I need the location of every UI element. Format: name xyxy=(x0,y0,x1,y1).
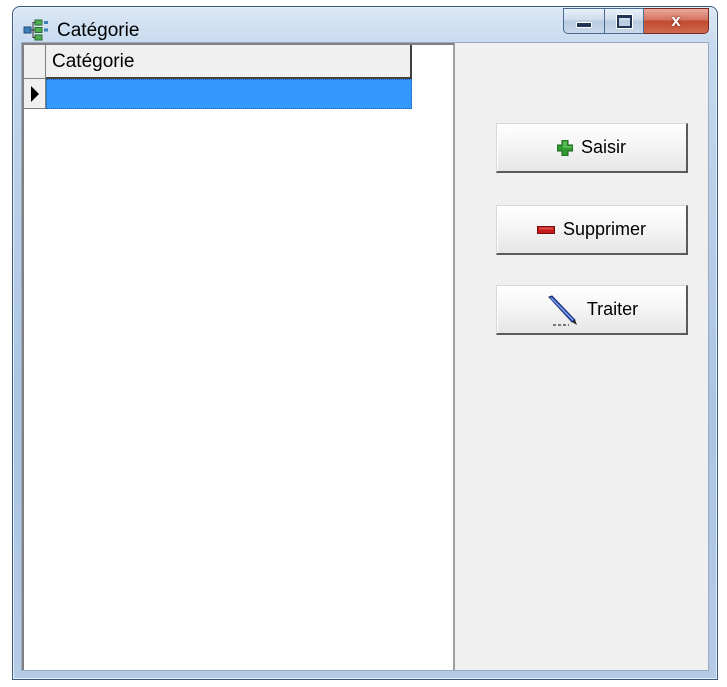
minimize-icon xyxy=(576,22,592,28)
saisir-button[interactable]: Saisir xyxy=(496,123,688,173)
caption-buttons: x xyxy=(563,8,709,34)
current-row-arrow-icon xyxy=(30,85,39,102)
grid-header: Catégorie xyxy=(24,45,416,79)
title-bar[interactable]: Catégorie x xyxy=(13,7,717,41)
window-title: Catégorie xyxy=(57,20,140,41)
close-icon: x xyxy=(671,11,681,30)
maximize-button[interactable] xyxy=(605,8,644,34)
saisir-label: Saisir xyxy=(580,137,626,157)
grid-header-corner xyxy=(24,45,46,79)
client-area: Catégorie Saisir Supprimer Traiter xyxy=(21,42,709,671)
category-grid[interactable]: Catégorie xyxy=(22,43,455,670)
minimize-button[interactable] xyxy=(563,8,605,34)
column-header-categorie[interactable]: Catégorie xyxy=(46,45,412,79)
pen-icon xyxy=(547,294,577,325)
maximize-icon xyxy=(616,14,632,28)
supprimer-label: Supprimer xyxy=(562,219,647,239)
row-indicator[interactable] xyxy=(24,79,46,109)
app-icon xyxy=(23,19,48,41)
traiter-label: Traiter xyxy=(586,299,639,319)
supprimer-button[interactable]: Supprimer xyxy=(496,205,688,255)
close-button[interactable]: x xyxy=(644,8,709,34)
red-minus-icon xyxy=(536,225,555,234)
table-cell[interactable] xyxy=(46,79,412,109)
table-row[interactable] xyxy=(24,79,416,109)
green-plus-icon xyxy=(556,139,573,156)
traiter-button[interactable]: Traiter xyxy=(496,285,688,335)
window: Catégorie x Catégorie Saisir Supprimer T… xyxy=(12,6,718,680)
